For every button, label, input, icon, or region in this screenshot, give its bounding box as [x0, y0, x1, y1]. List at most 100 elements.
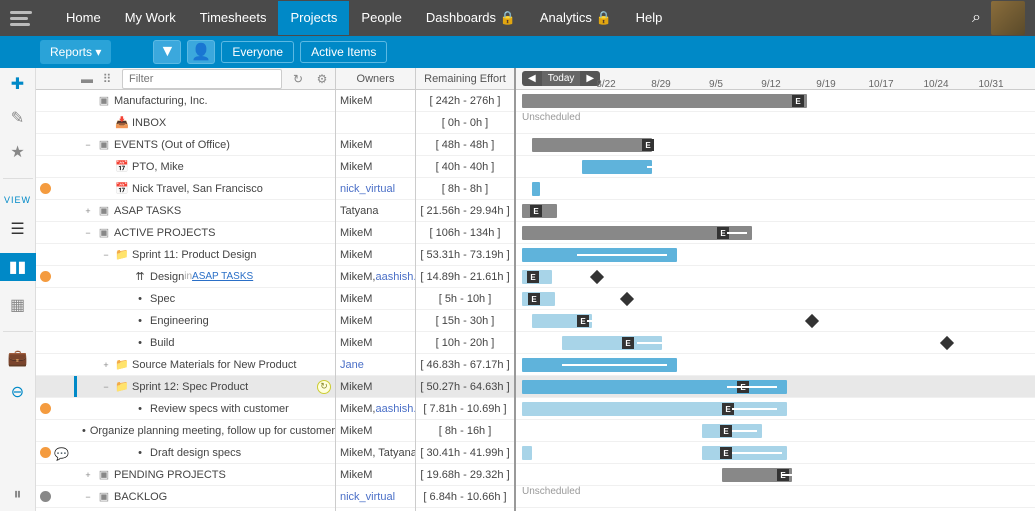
minus-icon[interactable]: ⊖: [8, 382, 28, 402]
tree-row[interactable]: +▣ASAP TASKS: [36, 200, 335, 222]
org-icon: ▣: [97, 204, 111, 218]
owner-cell: MikeM: [336, 288, 415, 310]
nav-projects[interactable]: Projects: [278, 1, 349, 35]
gantt-bar[interactable]: E: [532, 314, 592, 328]
tree-row[interactable]: −▣ACTIVE PROJECTS: [36, 222, 335, 244]
tree-header: ▬ ⠿ ↻ ⚙: [36, 68, 335, 90]
today-button[interactable]: Today: [542, 71, 581, 86]
tree-row[interactable]: 📅Nick Travel, San Francisco: [36, 178, 335, 200]
tree-row[interactable]: ⇈Design in ASAP TASKS: [36, 266, 335, 288]
tree-row[interactable]: +📁Source Materials for New Product: [36, 354, 335, 376]
prev-icon[interactable]: ◀: [522, 71, 542, 86]
edit-icon[interactable]: ✎: [8, 108, 28, 128]
refresh-badge-icon[interactable]: ↻: [317, 380, 331, 394]
gantt-bar[interactable]: [582, 160, 652, 174]
active-items-button[interactable]: Active Items: [300, 41, 387, 63]
gantt-bar[interactable]: [532, 182, 540, 196]
folder-blue-icon: 📁: [115, 380, 129, 394]
tree-row[interactable]: •Spec: [36, 288, 335, 310]
nav-dashboards[interactable]: Dashboards 🔒: [414, 1, 528, 35]
gantt-bar[interactable]: E: [522, 94, 807, 108]
tree-row[interactable]: ▣Manufacturing, Inc.: [36, 90, 335, 112]
row-name: Review specs with customer: [150, 403, 289, 415]
filter-input[interactable]: [122, 69, 282, 89]
expander-icon[interactable]: −: [82, 492, 94, 502]
collapse-icon[interactable]: ▬: [78, 70, 96, 88]
tree-row[interactable]: •Build: [36, 332, 335, 354]
parent-link[interactable]: ASAP TASKS: [192, 271, 253, 282]
gantt-bar[interactable]: [522, 446, 532, 460]
tree-row[interactable]: •Organize planning meeting, follow up fo…: [36, 420, 335, 442]
nav-help[interactable]: Help: [624, 1, 675, 35]
gantt-view-icon[interactable]: ▮▮: [0, 253, 36, 281]
tree-row[interactable]: 📅PTO, Mike: [36, 156, 335, 178]
expander-icon[interactable]: +: [82, 206, 94, 216]
expander-icon[interactable]: −: [82, 140, 94, 150]
expander-icon[interactable]: +: [82, 470, 94, 480]
dot-icon: •: [133, 314, 147, 328]
gantt-bar[interactable]: E: [702, 424, 762, 438]
gantt-bar[interactable]: E: [522, 380, 787, 394]
expander-icon[interactable]: −: [82, 228, 94, 238]
gantt-bar[interactable]: E: [522, 402, 787, 416]
pause-icon[interactable]: ⏸: [8, 485, 28, 505]
grid-view-icon[interactable]: ▦: [8, 295, 28, 315]
filter-icon-button[interactable]: ▼: [153, 40, 181, 64]
gantt-bar[interactable]: E: [532, 138, 652, 152]
milestone-icon[interactable]: [620, 292, 634, 306]
milestone-icon[interactable]: [805, 314, 819, 328]
tree-row[interactable]: −▣BACKLOG: [36, 486, 335, 508]
comment-icon[interactable]: 💬: [54, 447, 69, 461]
gantt-bar[interactable]: E: [522, 204, 557, 218]
nav-analytics[interactable]: Analytics 🔒: [528, 1, 624, 35]
tree-row[interactable]: −📁Sprint 11: Product Design: [36, 244, 335, 266]
nav-my-work[interactable]: My Work: [113, 1, 188, 35]
gantt-bar[interactable]: E: [562, 336, 662, 350]
expander-icon[interactable]: +: [100, 360, 112, 370]
milestone-icon[interactable]: [590, 270, 604, 284]
tree-row[interactable]: 📥INBOX: [36, 112, 335, 134]
nav-timesheets[interactable]: Timesheets: [188, 1, 279, 35]
tree-row[interactable]: •Engineering: [36, 310, 335, 332]
tree-row[interactable]: •Review specs with customer: [36, 398, 335, 420]
gantt-bar[interactable]: [522, 248, 677, 262]
timeline-header: ◀ Today ▶ 8/228/299/59/129/1910/1710/241…: [516, 68, 1035, 90]
tree-row[interactable]: −📁Sprint 12: Spec Product↻: [36, 376, 335, 398]
gantt-bar[interactable]: E: [522, 292, 555, 306]
gantt-bar[interactable]: [522, 358, 677, 372]
app-logo-icon[interactable]: [10, 6, 34, 30]
owner-cell: MikeM, aashish.dt: [336, 398, 415, 420]
gantt-bar[interactable]: E: [702, 446, 787, 460]
dot-icon: •: [133, 292, 147, 306]
hierarchy-icon[interactable]: ⠿: [98, 70, 116, 88]
status-indicator-icon: [40, 491, 51, 502]
avatar[interactable]: [991, 1, 1025, 35]
star-icon[interactable]: ★: [8, 142, 28, 162]
gantt-bar[interactable]: E: [522, 226, 752, 240]
expander-icon[interactable]: −: [100, 250, 112, 260]
row-name: PTO, Mike: [132, 161, 184, 173]
row-name: EVENTS (Out of Office): [114, 139, 230, 151]
gantt-bar[interactable]: E: [522, 270, 552, 284]
tree-row[interactable]: 💬•Draft design specs: [36, 442, 335, 464]
view-label: VIEW: [4, 195, 31, 205]
person-icon-button[interactable]: 👤: [187, 40, 215, 64]
gantt-bar[interactable]: E: [722, 468, 792, 482]
nav-people[interactable]: People: [349, 1, 413, 35]
milestone-icon[interactable]: [940, 336, 954, 350]
list-view-icon[interactable]: ☰: [8, 219, 28, 239]
row-name: Organize planning meeting, follow up for…: [90, 425, 335, 437]
add-icon[interactable]: ✚: [8, 74, 28, 94]
today-control[interactable]: ◀ Today ▶: [522, 71, 600, 86]
gear-icon[interactable]: ⚙: [313, 70, 331, 88]
refresh-icon[interactable]: ↻: [289, 70, 307, 88]
search-icon[interactable]: ⌕: [972, 9, 981, 27]
expander-icon[interactable]: −: [100, 382, 112, 392]
tree-row[interactable]: −▣EVENTS (Out of Office): [36, 134, 335, 156]
reports-button[interactable]: Reports ▾: [40, 40, 111, 64]
nav-home[interactable]: Home: [54, 1, 113, 35]
everyone-button[interactable]: Everyone: [221, 41, 294, 63]
tree-row[interactable]: +▣PENDING PROJECTS: [36, 464, 335, 486]
row-name: Sprint 11: Product Design: [132, 249, 257, 261]
briefcase-icon[interactable]: 💼: [8, 348, 28, 368]
